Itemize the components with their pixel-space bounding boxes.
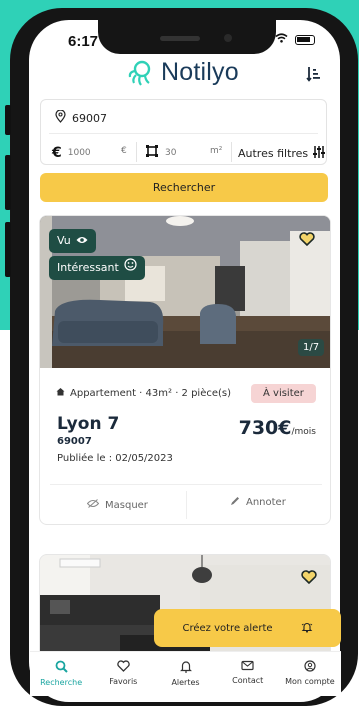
seen-chip[interactable]: Vu <box>49 229 96 253</box>
surface-icon <box>145 144 159 161</box>
battery-icon <box>294 34 315 45</box>
hide-button[interactable]: Masquer <box>86 499 148 511</box>
phone-notch <box>98 20 276 54</box>
search-icon <box>55 660 68 675</box>
mute-switch <box>5 105 11 135</box>
surface-value: 30 <box>165 147 177 158</box>
more-filters-label: Autres filtres <box>238 147 309 160</box>
interest-label: Intéressant <box>57 261 119 274</box>
tab-recherche[interactable]: Recherche <box>30 652 92 696</box>
octopus-logo-icon <box>127 59 155 87</box>
listing-photo[interactable]: Vu Intéressant 1/7 <box>40 216 330 368</box>
price-field[interactable]: € 1000 <box>52 145 91 161</box>
mail-icon <box>241 660 254 673</box>
listing-type: Appartement · 43m² · 2 pièce(s) <box>70 387 232 399</box>
tab-alertes[interactable]: Alertes <box>154 652 216 696</box>
location-value: 69007 <box>72 111 107 125</box>
listing-city: Lyon 7 <box>57 414 120 434</box>
price-value: 1000 <box>67 148 91 158</box>
divider <box>231 142 232 162</box>
user-icon <box>304 660 316 674</box>
logo-text: Notilyo <box>161 58 239 86</box>
create-alert-button[interactable]: Créez votre alerte <box>154 609 341 647</box>
annotate-button[interactable]: Annoter <box>230 496 286 509</box>
create-alert-label: Créez votre alerte <box>182 622 273 634</box>
price-amount: 730€ <box>238 417 292 439</box>
tab-label: Mon compte <box>285 677 335 686</box>
filter-row: € 1000 € 30 m² Autres filtres <box>41 136 328 166</box>
divider <box>186 491 187 519</box>
listing-card[interactable]: Vu Intéressant 1/7 Appartement · 43m² · … <box>39 215 331 525</box>
favorite-heart-icon[interactable] <box>301 569 317 588</box>
euro-icon: € <box>52 145 62 161</box>
price-unit: € <box>121 146 127 156</box>
tab-label: Recherche <box>40 678 83 687</box>
favorite-heart-icon[interactable] <box>299 231 315 250</box>
more-filters-button[interactable]: Autres filtres <box>238 145 326 162</box>
interest-chip[interactable]: Intéressant <box>49 256 145 280</box>
location-pin-icon <box>55 109 66 126</box>
bell-ring-icon <box>301 621 313 636</box>
search-filters-box: 69007 € 1000 € 30 m² Autres filtres <box>40 99 327 165</box>
surface-field[interactable]: 30 <box>145 144 176 161</box>
photo-counter: 1/7 <box>298 339 325 356</box>
tab-favoris[interactable]: Favoris <box>92 652 154 696</box>
divider <box>136 142 137 162</box>
status-time: 6:17 <box>68 33 99 50</box>
pencil-icon <box>230 496 240 509</box>
tab-contact[interactable]: Contact <box>217 652 279 696</box>
bottom-tab-bar: Recherche Favoris Alertes Contact Mon co… <box>30 651 341 696</box>
app-logo: Notilyo <box>127 58 239 87</box>
tab-label: Contact <box>232 676 264 685</box>
volume-down-button <box>5 222 11 277</box>
price-period: /mois <box>291 427 317 437</box>
heart-icon <box>117 660 130 674</box>
eye-off-icon <box>86 499 100 511</box>
bell-icon <box>179 660 192 675</box>
wifi-icon <box>275 32 292 46</box>
tab-mon-compte[interactable]: Mon compte <box>279 652 341 696</box>
tab-label: Favoris <box>109 677 138 686</box>
listing-zip: 69007 <box>57 436 92 447</box>
volume-up-button <box>5 155 11 210</box>
divider <box>50 484 322 485</box>
sort-button[interactable] <box>306 66 320 86</box>
house-icon <box>56 387 65 399</box>
published-date: Publiée le : 02/05/2023 <box>57 453 173 464</box>
location-field[interactable]: 69007 <box>55 109 107 126</box>
seen-label: Vu <box>57 234 71 247</box>
search-button[interactable]: Rechercher <box>40 173 328 202</box>
sort-icon <box>306 67 320 86</box>
smiley-icon <box>124 256 137 280</box>
annotate-label: Annoter <box>246 497 286 508</box>
tab-label: Alertes <box>171 678 200 687</box>
status-badge[interactable]: À visiter <box>251 384 316 403</box>
status-icons <box>275 32 315 46</box>
surface-unit: m² <box>210 146 223 156</box>
hide-label: Masquer <box>105 499 148 511</box>
filter-sliders-icon <box>312 145 326 162</box>
divider <box>49 133 318 134</box>
listing-price: 730€/mois <box>239 417 316 439</box>
listing-type-row: Appartement · 43m² · 2 pièce(s) <box>56 387 231 399</box>
eye-icon <box>76 229 88 253</box>
